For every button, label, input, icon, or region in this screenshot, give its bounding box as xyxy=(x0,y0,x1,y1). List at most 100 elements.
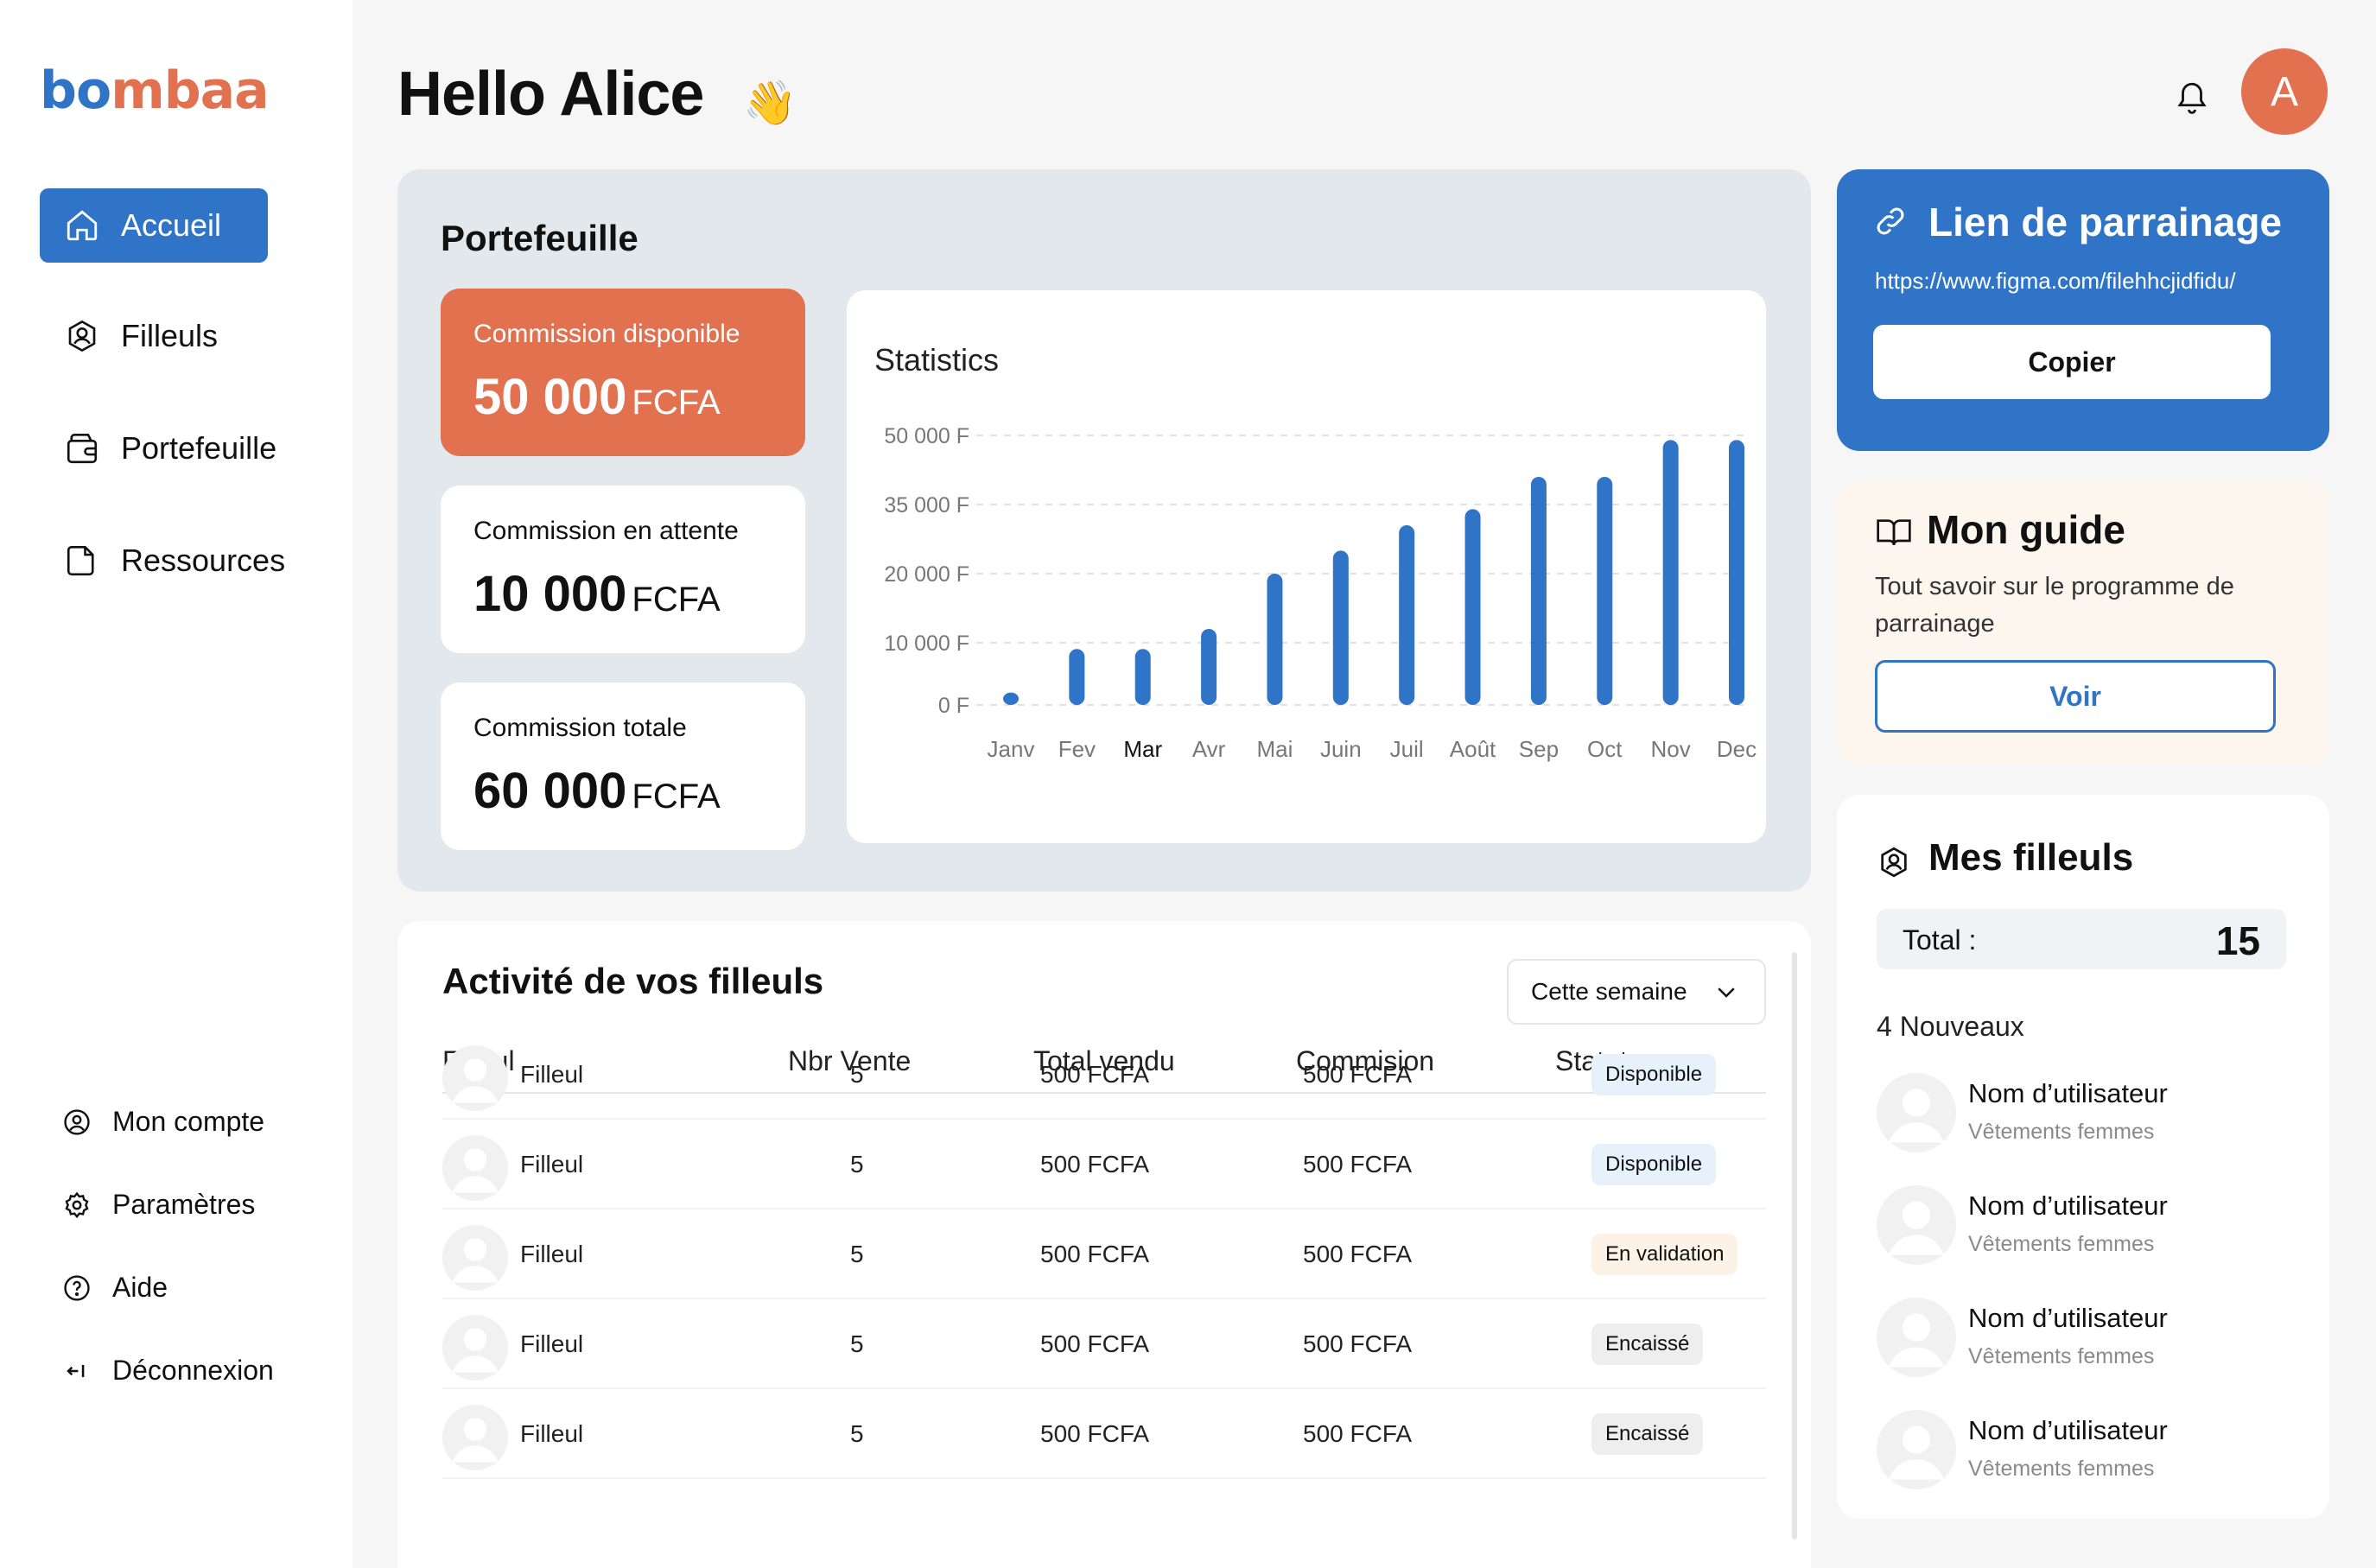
x-tick-label: Fev xyxy=(1058,736,1096,762)
commission-available-card: Commission disponible 50 000 FCFA xyxy=(441,289,805,456)
guide-card: Mon guide Tout savoir sur le programme d… xyxy=(1837,480,2329,765)
status-badge: Encaissé xyxy=(1591,1324,1704,1365)
card-value: 10 000 FCFA xyxy=(473,565,805,623)
activity-title: Activité de vos filleuls xyxy=(442,961,824,1001)
user-badge-icon xyxy=(68,320,96,352)
total-label: Total : xyxy=(1903,924,1977,955)
new-count-label: 4 Nouveaux xyxy=(1877,1011,2024,1042)
x-tick-label: Nov xyxy=(1651,736,1691,762)
sidebar-item-label: Portefeuille xyxy=(121,430,277,466)
row-sales: 5 xyxy=(850,1061,864,1088)
x-tick-label: Août xyxy=(1450,736,1496,762)
my-filleuls-card: Mes filleuls Total : 15 4 Nouveaux Nom d… xyxy=(1837,795,2329,1519)
x-tick-label: Avr xyxy=(1192,736,1226,762)
sidebar: bombaa Accueil Filleuls Portefeuille Res… xyxy=(0,0,353,1568)
list-item[interactable]: Nom d’utilisateur Vêtements femmes xyxy=(1877,1289,2286,1384)
commission-pending-card: Commission en attente 10 000 FCFA xyxy=(441,486,805,653)
period-select[interactable]: Cette semaine xyxy=(1507,959,1766,1025)
referral-url[interactable]: https://www.figma.com/filehhcjidfidu/ xyxy=(1875,268,2236,295)
chart-bar[interactable] xyxy=(1332,550,1349,705)
row-total: 500 FCFA xyxy=(1040,1151,1150,1178)
table-row[interactable]: Filleul 5 500 FCFA 500 FCFA En validation xyxy=(442,1209,1766,1299)
row-sales: 5 xyxy=(850,1420,864,1447)
guide-description: Tout savoir sur le programme de parraina… xyxy=(1875,573,2234,638)
table-row[interactable]: Filleul 5 500 FCFA 500 FCFA Encaissé xyxy=(442,1389,1766,1479)
user-category: Vêtements femmes xyxy=(1968,1457,2155,1481)
sidebar-item-aide[interactable]: Aide xyxy=(62,1272,168,1304)
list-item[interactable]: Nom d’utilisateur Vêtements femmes xyxy=(1877,1064,2286,1159)
wallet-panel: Portefeuille Commission disponible 50 00… xyxy=(397,169,1811,892)
sidebar-item-ressources[interactable]: Ressources xyxy=(40,524,285,598)
bell-icon[interactable] xyxy=(2174,78,2210,117)
card-amount: 10 000 xyxy=(473,566,627,622)
sidebar-item-accueil[interactable]: Accueil xyxy=(40,188,268,263)
y-tick-label: 0 F xyxy=(938,694,969,718)
card-unit: FCFA xyxy=(632,778,721,816)
user-name: Nom d’utilisateur xyxy=(1968,1078,2168,1108)
logo-letter-b: b xyxy=(40,60,77,121)
user-avatar[interactable]: A xyxy=(2241,48,2328,135)
sidebar-item-label: Mon compte xyxy=(112,1106,265,1137)
book-icon xyxy=(1877,519,1911,546)
chart-bar[interactable] xyxy=(1530,477,1547,705)
card-value: 60 000 FCFA xyxy=(473,762,805,820)
row-commission: 500 FCFA xyxy=(1303,1420,1413,1447)
row-commission: 500 FCFA xyxy=(1303,1151,1413,1178)
row-total: 500 FCFA xyxy=(1040,1330,1150,1357)
x-tick-label: Dec xyxy=(1717,736,1757,762)
total-value: 15 xyxy=(2215,918,2260,963)
scrollbar[interactable] xyxy=(1792,952,1797,1539)
gear-icon xyxy=(65,1191,89,1218)
table-row[interactable]: Filleul 5 500 FCFA 500 FCFA Encaissé xyxy=(442,1299,1766,1389)
activity-section: Activité de vos filleuls Cette semaine F… xyxy=(397,921,1811,1568)
row-avatar xyxy=(442,1135,508,1201)
chart-bar[interactable] xyxy=(1201,629,1217,705)
document-icon xyxy=(67,545,94,576)
user-category: Vêtements femmes xyxy=(1968,1232,2155,1256)
sidebar-item-label: Paramètres xyxy=(112,1189,256,1220)
link-icon xyxy=(1877,207,1904,235)
status-badge: Encaissé xyxy=(1591,1413,1704,1455)
referral-title: Lien de parrainage xyxy=(1928,200,2283,244)
row-total: 500 FCFA xyxy=(1040,1241,1150,1267)
row-name: Filleul xyxy=(520,1151,584,1178)
card-amount: 60 000 xyxy=(473,763,627,819)
row-total: 500 FCFA xyxy=(1040,1420,1150,1447)
row-avatar xyxy=(442,1045,508,1111)
y-tick-label: 10 000 F xyxy=(884,632,969,656)
logo-rest: mbaa xyxy=(111,60,269,121)
avatar xyxy=(1877,1185,1956,1265)
sidebar-item-portefeuille[interactable]: Portefeuille xyxy=(40,411,276,486)
chart-bar[interactable] xyxy=(1134,649,1151,705)
brand-logo[interactable]: bombaa xyxy=(40,60,270,121)
list-item[interactable]: Nom d’utilisateur Vêtements femmes xyxy=(1877,1177,2286,1272)
avatar xyxy=(1877,1073,1956,1152)
sidebar-item-filleuls[interactable]: Filleuls xyxy=(40,299,218,373)
row-commission: 500 FCFA xyxy=(1303,1330,1413,1357)
copy-button[interactable]: Copier xyxy=(1873,325,2271,399)
chart-bar[interactable] xyxy=(1267,574,1283,705)
x-tick-label: Oct xyxy=(1587,736,1623,762)
chart-bar[interactable] xyxy=(1597,477,1613,705)
card-unit: FCFA xyxy=(632,581,721,619)
chart-bar[interactable] xyxy=(1729,440,1744,705)
table-row[interactable]: Filleul 5 500 FCFA 500 FCFA Disponible xyxy=(442,1030,1766,1120)
sidebar-item-parametres[interactable]: Paramètres xyxy=(62,1189,255,1221)
table-row[interactable]: Filleul 5 500 FCFA 500 FCFA Disponible xyxy=(442,1120,1766,1209)
chart-bar[interactable] xyxy=(1003,692,1019,705)
chart-bar[interactable] xyxy=(1069,649,1085,705)
guide-title: Mon guide xyxy=(1927,507,2125,552)
sidebar-item-label: Ressources xyxy=(121,543,286,578)
home-icon xyxy=(67,210,98,241)
view-guide-button[interactable]: Voir xyxy=(1875,660,2276,733)
chart-bar[interactable] xyxy=(1399,525,1415,705)
row-avatar xyxy=(442,1225,508,1291)
y-tick-label: 35 000 F xyxy=(884,493,969,517)
chart-bar[interactable] xyxy=(1464,509,1481,705)
chart-bar[interactable] xyxy=(1662,440,1679,705)
x-tick-label: Janv xyxy=(988,736,1035,762)
list-item[interactable]: Nom d’utilisateur Vêtements femmes xyxy=(1877,1401,2286,1496)
row-avatar xyxy=(442,1315,508,1381)
sidebar-item-mon-compte[interactable]: Mon compte xyxy=(62,1106,264,1138)
sidebar-item-deconnexion[interactable]: Déconnexion xyxy=(62,1355,274,1387)
